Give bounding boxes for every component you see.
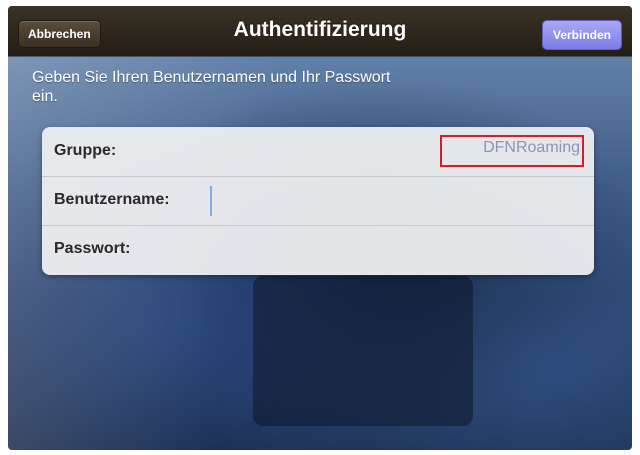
background-object <box>253 276 473 426</box>
device-screen: Abbrechen Authentifizierung Verbinden Ge… <box>8 6 632 450</box>
group-label: Gruppe: <box>54 142 117 159</box>
password-row[interactable]: Passwort: <box>42 225 594 274</box>
navigation-bar: Abbrechen Authentifizierung Verbinden <box>8 6 632 56</box>
group-row[interactable]: Gruppe: DFNRoaming <box>42 127 594 177</box>
username-field[interactable] <box>210 186 576 216</box>
credentials-form: Gruppe: DFNRoaming Benutzername: Passwor… <box>42 127 594 275</box>
instruction-text: Geben Sie Ihren Benutzernamen und Ihr Pa… <box>32 69 391 105</box>
connect-button[interactable]: Verbinden <box>541 20 622 50</box>
username-row[interactable]: Benutzername: <box>42 176 594 226</box>
dialog-title: Authentifizierung <box>233 18 407 41</box>
password-field[interactable] <box>154 235 518 265</box>
password-label: Passwort: <box>54 240 131 257</box>
highlight-box <box>440 135 584 167</box>
username-label: Benutzername: <box>54 191 170 208</box>
